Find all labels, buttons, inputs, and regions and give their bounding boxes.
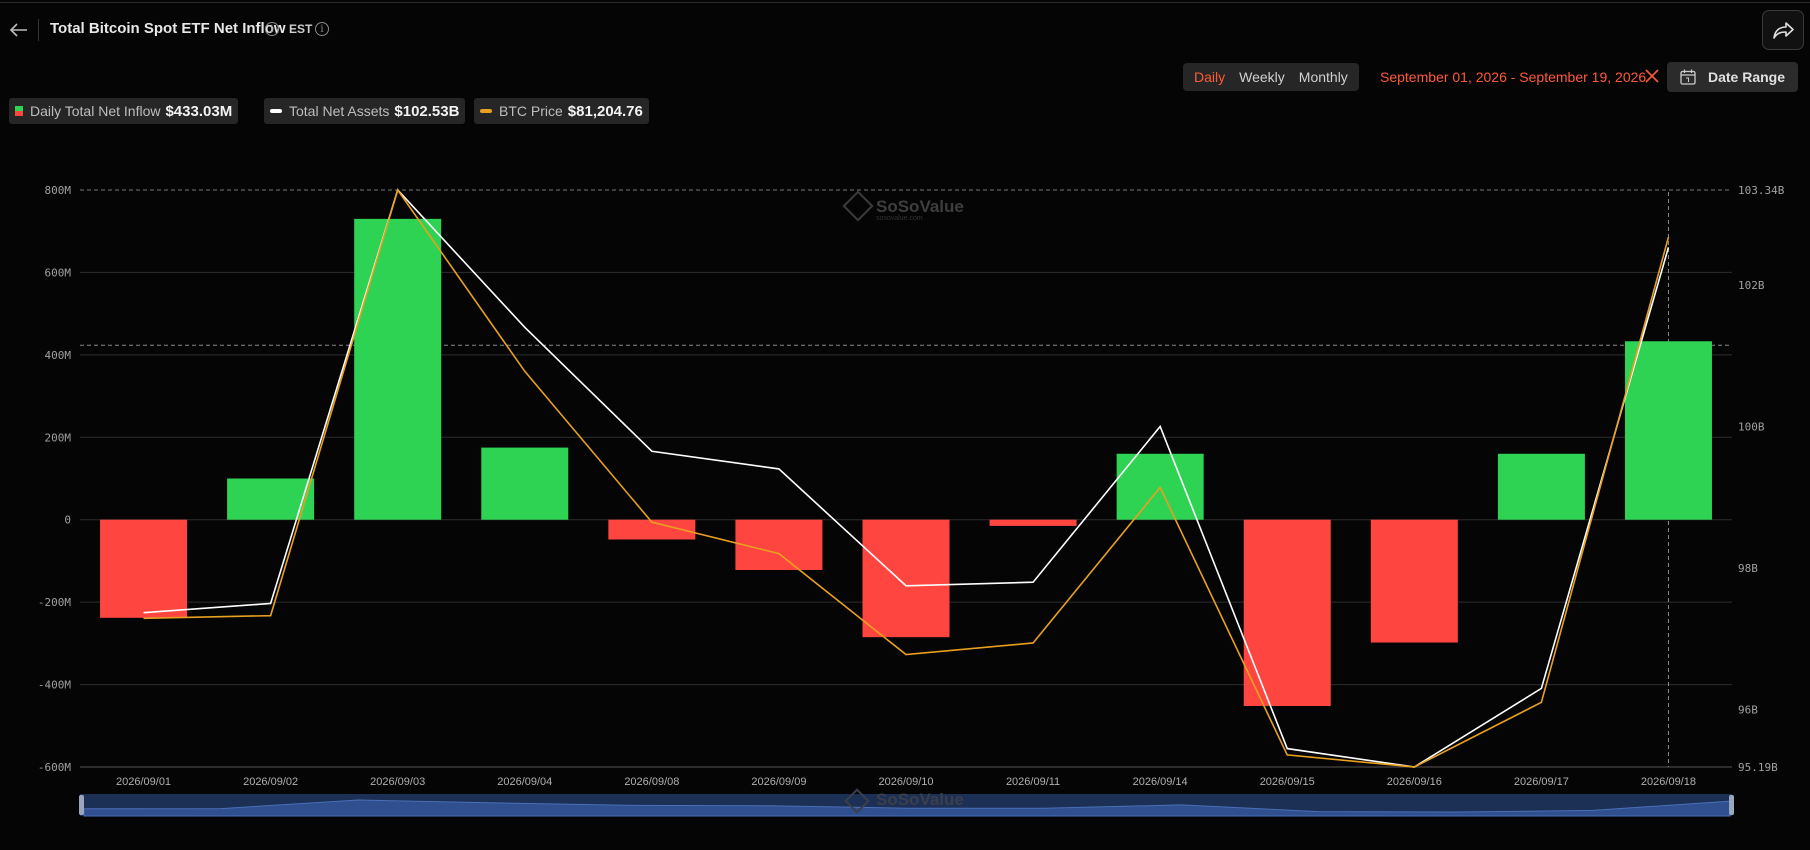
legend-btc[interactable]: BTC Price $81,204.76 xyxy=(474,98,649,124)
legend-inflow-name: Daily Total Net Inflow xyxy=(30,103,161,119)
share-icon xyxy=(1773,22,1794,39)
y-left-tick-label: -600M xyxy=(38,761,71,774)
bar-2026/09/16[interactable] xyxy=(1370,519,1458,643)
bar-2026/09/10[interactable] xyxy=(862,519,950,638)
watermark-sub: sosovalue.com xyxy=(876,215,923,222)
calendar-icon xyxy=(1680,69,1696,85)
header-divider xyxy=(38,19,39,41)
y-right-tick-label: 103.34B xyxy=(1738,184,1785,197)
close-icon xyxy=(1645,69,1659,83)
bar-2026/09/03[interactable] xyxy=(354,218,442,520)
bar-2026/09/04[interactable] xyxy=(481,447,569,520)
date-range-label: Date Range xyxy=(1708,69,1786,85)
x-tick-label: 2026/09/17 xyxy=(1514,776,1569,788)
navigator-series xyxy=(83,799,1731,817)
btc-price-line xyxy=(143,188,1670,768)
arrow-left-icon xyxy=(10,23,27,37)
bar-2026/09/11[interactable] xyxy=(989,519,1077,526)
period-weekly-button[interactable]: Weekly xyxy=(1232,63,1292,91)
btc-swatch-icon xyxy=(480,109,492,113)
y-left-tick-label: 200M xyxy=(45,431,72,444)
watermark: SoSoValue sosovalue.com xyxy=(842,190,964,222)
selected-date-range: September 01, 2026 - September 19, 2026 xyxy=(1380,69,1647,85)
x-tick-label: 2026/09/08 xyxy=(624,776,679,788)
inflow-swatch-icon xyxy=(15,106,23,116)
y-right-tick-label: 98B xyxy=(1738,562,1758,575)
navigator-left-handle[interactable] xyxy=(79,795,84,815)
legend-inflow-value: $433.03M xyxy=(165,102,233,120)
page-title: Total Bitcoin Spot ETF Net Inflow xyxy=(50,20,286,37)
bar-2026/09/14[interactable] xyxy=(1116,453,1204,520)
range-navigator[interactable]: SoSoValue xyxy=(79,788,1734,817)
x-tick-label: 2026/09/10 xyxy=(878,776,933,788)
back-button[interactable] xyxy=(6,18,32,42)
legend-assets[interactable]: Total Net Assets $102.53B xyxy=(264,98,466,124)
x-tick-label: 2026/09/04 xyxy=(497,776,552,788)
watermark-logo-icon xyxy=(842,190,874,222)
y-left-tick-label: 800M xyxy=(45,184,72,197)
watermark-text: SoSoValue xyxy=(876,197,964,216)
y-right-tick-label: 102B xyxy=(1738,279,1765,292)
bar-2026/09/09[interactable] xyxy=(735,519,823,570)
x-tick-label: 2026/09/09 xyxy=(751,776,806,788)
y-left-tick-label: 600M xyxy=(45,266,72,279)
top-border xyxy=(0,2,1810,3)
bar-2026/09/17[interactable] xyxy=(1497,453,1585,520)
legend-inflow[interactable]: Daily Total Net Inflow $433.03M xyxy=(9,98,239,124)
inflow-chart[interactable]: SoSoValue sosovalue.com 800M 600M 400M 200M… xyxy=(0,0,1810,850)
assets-swatch-icon xyxy=(270,109,282,113)
navigator-watermark-logo-icon xyxy=(844,788,870,814)
y-right-tick-label: 100B xyxy=(1738,420,1765,433)
x-tick-label: 2026/09/14 xyxy=(1133,776,1188,788)
navigator-right-handle[interactable] xyxy=(1729,795,1734,815)
bar-2026/09/02[interactable] xyxy=(227,478,315,520)
period-daily-button[interactable]: Daily xyxy=(1187,63,1232,91)
legend-assets-name: Total Net Assets xyxy=(289,103,390,119)
bar-2026/09/08[interactable] xyxy=(608,519,696,540)
period-selector: Daily Weekly Monthly xyxy=(1183,63,1359,91)
bar-2026/09/18[interactable] xyxy=(1624,341,1712,520)
legend-assets-value: $102.53B xyxy=(394,102,460,120)
x-tick-label: 2026/09/18 xyxy=(1641,776,1696,788)
bar-2026/09/15[interactable] xyxy=(1243,519,1331,707)
x-tick-label: 2026/09/01 xyxy=(116,776,171,788)
y-left-tick-label: 400M xyxy=(45,349,72,362)
y-left-tick-label: -200M xyxy=(38,596,71,609)
navigator-watermark-text: SoSoValue xyxy=(876,790,964,809)
x-tick-label: 2026/09/02 xyxy=(243,776,298,788)
legend-btc-name: BTC Price xyxy=(499,103,563,119)
period-monthly-button[interactable]: Monthly xyxy=(1292,63,1355,91)
timezone-label: EST xyxy=(289,22,313,36)
y-right-tick-label: 96B xyxy=(1738,704,1758,717)
y-left-tick-label: 0 xyxy=(64,514,71,527)
share-button[interactable] xyxy=(1762,10,1804,50)
bar-2026/09/01[interactable] xyxy=(100,519,188,618)
x-tick-label: 2026/09/03 xyxy=(370,776,425,788)
x-tick-label: 2026/09/16 xyxy=(1387,776,1442,788)
x-tick-label: 2026/09/15 xyxy=(1260,776,1315,788)
navigator-window[interactable] xyxy=(80,794,1732,816)
date-range-button[interactable]: Date Range xyxy=(1667,62,1798,92)
x-tick-label: 2026/09/11 xyxy=(1006,776,1060,788)
timezone-info-icon[interactable]: i xyxy=(315,22,329,36)
legend-btc-value: $81,204.76 xyxy=(567,102,643,120)
header: Total Bitcoin Spot ETF Net Inflow i EST … xyxy=(0,10,1810,50)
y-left-tick-label: -400M xyxy=(38,679,71,692)
y-right-tick-label: 95.19B xyxy=(1738,761,1778,774)
info-icon[interactable]: i xyxy=(265,22,279,36)
total-net-assets-line xyxy=(143,188,1670,768)
clear-date-button[interactable] xyxy=(1643,67,1661,85)
